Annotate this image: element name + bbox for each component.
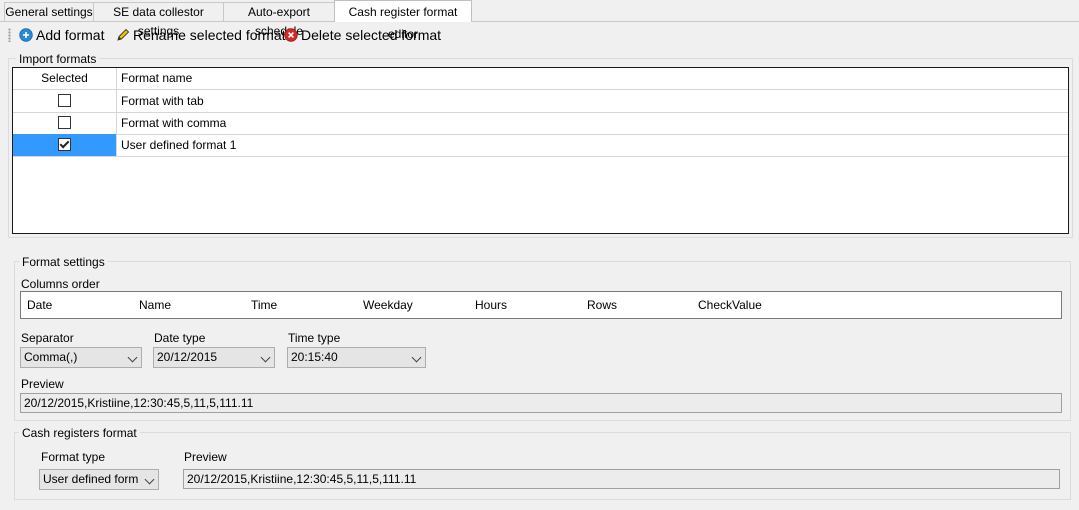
toolbar: Add format Rename selected format Delete… (3, 23, 1076, 47)
delete-format-label: Delete selected format (301, 27, 442, 43)
column-header-format-name[interactable]: Format name (117, 68, 1068, 89)
delete-icon (284, 28, 298, 42)
format-name-cell[interactable]: User defined format 1 (117, 134, 1068, 156)
column-order-item[interactable]: CheckValue (698, 298, 762, 312)
toolbar-grip[interactable] (8, 28, 11, 42)
column-order-item[interactable]: Weekday (363, 298, 413, 312)
format-type-select[interactable]: User defined format 1 (39, 469, 159, 490)
cash-registers-format-group (14, 432, 1071, 500)
tab-bar: General settings SE data collestor setti… (0, 0, 1079, 41)
selected-checkbox[interactable] (58, 94, 71, 107)
selected-checkbox[interactable] (58, 116, 71, 129)
cash-preview-label: Preview (184, 450, 227, 464)
cash-preview-field[interactable]: 20/12/2015,Kristiine,12:30:45,5,11,5,111… (183, 469, 1060, 489)
columns-order-box[interactable]: Date Name Time Weekday Hours Rows CheckV… (20, 291, 1062, 319)
tab-auto-export-schedule[interactable]: Auto-export schedule (223, 2, 335, 38)
table-row[interactable]: Format with tab (13, 90, 1068, 113)
rename-format-button[interactable]: Rename selected format (116, 26, 286, 44)
column-order-item[interactable]: Name (139, 298, 171, 312)
rename-format-label: Rename selected format (133, 27, 286, 43)
format-type-label: Format type (41, 450, 106, 464)
format-preview-field[interactable]: 20/12/2015,Kristiine,12:30:45,5,11,5,111… (20, 393, 1062, 413)
table-row[interactable]: User defined format 1 (13, 134, 1068, 157)
format-settings-title: Format settings (19, 255, 108, 269)
pencil-icon (117, 28, 130, 41)
column-header-selected[interactable]: Selected (13, 68, 117, 89)
chevron-down-icon (144, 474, 155, 485)
chevron-down-icon (411, 352, 422, 363)
cash-registers-format-title: Cash registers format (19, 426, 140, 440)
format-type-value: User defined format 1 (43, 472, 138, 486)
tab-cash-register-format-editor[interactable]: Cash register format editor (334, 0, 472, 41)
date-type-label: Date type (154, 331, 206, 345)
import-formats-grid[interactable]: Selected Format name Format with tab For… (12, 67, 1069, 234)
selected-cell (13, 134, 117, 156)
selected-checkbox[interactable] (58, 138, 71, 151)
date-type-value: 20/12/2015 (157, 350, 218, 364)
separator-label: Separator (21, 331, 74, 345)
separator-select[interactable]: Comma(,) (20, 347, 142, 368)
separator-value: Comma(,) (24, 350, 78, 364)
column-order-item[interactable]: Time (251, 298, 277, 312)
add-format-label: Add format (36, 27, 105, 43)
format-name-cell[interactable]: Format with comma (117, 112, 1068, 134)
time-type-select[interactable]: 20:15:40 (287, 347, 426, 368)
column-order-item[interactable]: Date (27, 298, 52, 312)
chevron-down-icon (127, 352, 138, 363)
selected-cell (13, 90, 117, 112)
column-order-item[interactable]: Hours (475, 298, 507, 312)
time-type-label: Time type (288, 331, 341, 345)
time-type-value: 20:15:40 (291, 350, 338, 364)
chevron-down-icon (260, 352, 271, 363)
add-format-button[interactable]: Add format (19, 26, 109, 44)
import-formats-title: Import formats (16, 52, 100, 66)
format-name-cell[interactable]: Format with tab (117, 90, 1068, 112)
grid-header: Selected Format name (13, 68, 1068, 90)
column-order-item[interactable]: Rows (587, 298, 617, 312)
tab-general-settings[interactable]: General settings (4, 2, 94, 21)
columns-order-label: Columns order (21, 277, 100, 291)
selected-cell (13, 112, 117, 134)
add-icon (19, 28, 33, 42)
table-row[interactable]: Format with comma (13, 112, 1068, 135)
format-preview-label: Preview (21, 377, 64, 391)
tab-se-data-collector-settings[interactable]: SE data collestor settings (93, 2, 224, 38)
date-type-select[interactable]: 20/12/2015 (153, 347, 275, 368)
